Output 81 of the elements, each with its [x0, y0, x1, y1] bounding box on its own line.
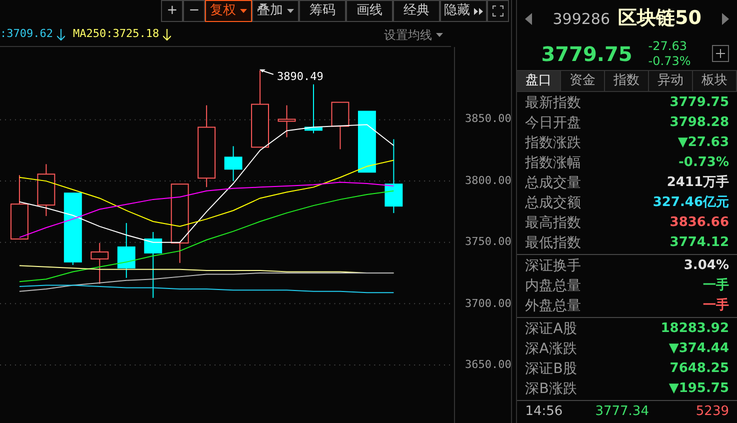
down-arrow-icon	[56, 28, 65, 40]
stat-label: 总成交量	[525, 174, 582, 192]
stat-label: 总成交额	[525, 194, 582, 212]
hide-button[interactable]: 隐藏	[440, 0, 488, 22]
index-name: 区块链50	[618, 6, 702, 32]
moving-average-value: :3709.62	[0, 26, 53, 42]
tick-time: 14:56	[525, 403, 564, 422]
tick-price: 3777.34	[595, 403, 650, 422]
current-price: 3779.75	[540, 40, 632, 68]
candlestick	[224, 146, 242, 182]
stat-label: 深A涨跌	[525, 340, 577, 358]
toolbar-button[interactable]: 经典	[393, 0, 440, 22]
double-chevron-icon	[474, 8, 484, 14]
candlestick	[37, 164, 56, 217]
stock-code: 399286	[552, 9, 610, 30]
stat-value: ▼195.75	[668, 380, 729, 398]
caret-icon	[436, 32, 444, 36]
stat-value: 3.04%	[684, 257, 729, 276]
stat-value: 2411万手	[666, 174, 729, 192]
price-axis-label: 3650.00	[465, 357, 512, 374]
zoom-button[interactable]: −	[183, 0, 206, 22]
stat-value: 3798.28	[670, 114, 729, 132]
panel-tab[interactable]: 板块	[693, 71, 737, 91]
panel-tab[interactable]: 盘口	[517, 71, 562, 91]
toolbar-button[interactable]: 叠加	[252, 0, 300, 22]
candlestick	[278, 104, 296, 138]
candlestick	[358, 110, 376, 173]
stat-label: 内盘总量	[525, 276, 582, 296]
add-button[interactable]	[712, 45, 729, 62]
stat-label: 最高指数	[525, 214, 582, 232]
stat-label: 外盘总量	[525, 296, 582, 316]
stat-label: 最低指数	[525, 234, 582, 252]
moving-average-value: MA250:3725.18	[72, 26, 160, 42]
plus-icon	[716, 49, 725, 58]
stat-value: 7648.25	[670, 360, 729, 378]
fullscreen-icon	[492, 5, 504, 17]
stat-label: 深B涨跌	[525, 380, 577, 398]
candlestick	[117, 222, 136, 278]
panel-tab[interactable]: 异动	[649, 71, 694, 91]
tick-volume: 5239	[696, 403, 729, 422]
candlestick	[304, 84, 322, 134]
toolbar-button[interactable]: 筹码	[299, 0, 346, 22]
stat-value: 3774.12	[670, 234, 729, 252]
candlestick	[144, 232, 162, 298]
price-axis-label: 3750.00	[465, 234, 512, 250]
stat-value: 327.46亿元	[652, 194, 729, 212]
fullscreen-button[interactable]	[487, 0, 510, 22]
price-axis-label: 3800.00	[465, 172, 512, 189]
stat-value: 一手	[703, 296, 729, 316]
candlestick	[10, 174, 28, 240]
stat-value: 一手	[703, 276, 729, 296]
next-arrow-icon[interactable]	[722, 12, 729, 24]
panel-tab[interactable]: 资金	[561, 71, 606, 91]
price-axis-label: 3700.00	[465, 296, 512, 312]
stat-value: 3779.75	[670, 94, 729, 112]
down-arrow-icon	[163, 28, 172, 40]
stat-value: -0.73%	[678, 154, 729, 172]
panel-tab[interactable]: 指数	[605, 71, 650, 91]
stat-label: 指数涨跌	[525, 134, 582, 152]
price-change: -27.63	[648, 38, 688, 54]
ma-settings-button[interactable]: 设置均线	[384, 26, 452, 44]
candlestick	[90, 242, 109, 284]
candlestick	[331, 102, 350, 150]
stat-label: 深证换手	[525, 256, 582, 276]
stat-value: 3836.66	[670, 214, 729, 232]
stat-label: 深证A股	[525, 320, 577, 338]
stat-value: 18283.92	[660, 320, 729, 338]
high-price-label: 3890.49	[277, 69, 324, 85]
stat-label: 今日开盘	[525, 114, 582, 132]
stat-value: ▼27.63	[678, 134, 729, 152]
toolbar-button[interactable]: 画线	[346, 0, 394, 22]
stat-label: 最新指数	[525, 94, 582, 112]
stat-label: 深证B股	[525, 360, 577, 378]
zoom-button[interactable]: +	[161, 0, 184, 22]
stat-value: ▼374.44	[668, 340, 729, 358]
previous-arrow-icon[interactable]	[525, 12, 532, 24]
price-axis-label: 3850.00	[465, 111, 512, 128]
stat-label: 指数涨幅	[525, 154, 582, 172]
percent-change: -0.73%	[648, 54, 691, 68]
toolbar-button[interactable]: 复权	[205, 0, 252, 22]
pointer-arrow	[259, 69, 274, 75]
